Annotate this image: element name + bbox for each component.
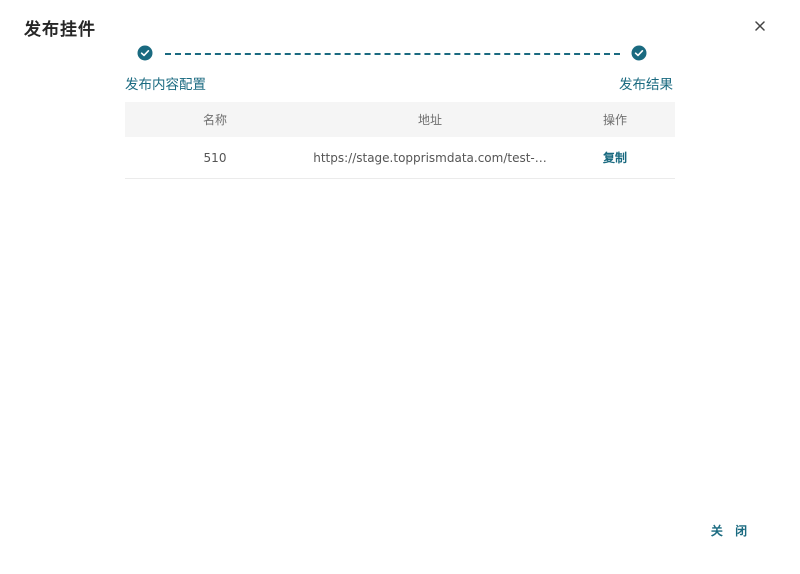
column-header-name: 名称: [202, 113, 227, 127]
step-1-label: 发布内容配置: [125, 77, 206, 93]
step-2-check-icon: [631, 45, 647, 61]
cell-address: https://stage.topprismdata.com/test-…: [313, 150, 547, 165]
cell-action: 复制: [555, 149, 675, 166]
publish-result-table: 名称 地址 操作 510 https://stage.topprismdata.…: [125, 102, 675, 179]
dialog-title: 发布挂件: [24, 20, 96, 40]
close-icon[interactable]: [750, 16, 770, 36]
step-connector: [165, 53, 620, 55]
step-1-check-icon: [137, 45, 153, 61]
copy-link[interactable]: 复制: [603, 151, 627, 165]
column-header-address: 地址: [417, 113, 442, 127]
column-header-action: 操作: [602, 113, 627, 127]
table-header: 名称 地址 操作: [125, 102, 675, 137]
table-row: 510 https://stage.topprismdata.com/test-…: [125, 137, 675, 179]
close-button[interactable]: 关 闭: [706, 520, 756, 542]
publish-widget-dialog: 发布挂件 发布内容配置 发布结果 名称 地址 操作 510 https://st…: [0, 0, 800, 574]
cell-name: 510: [203, 150, 227, 165]
step-2-label: 发布结果: [619, 77, 673, 93]
